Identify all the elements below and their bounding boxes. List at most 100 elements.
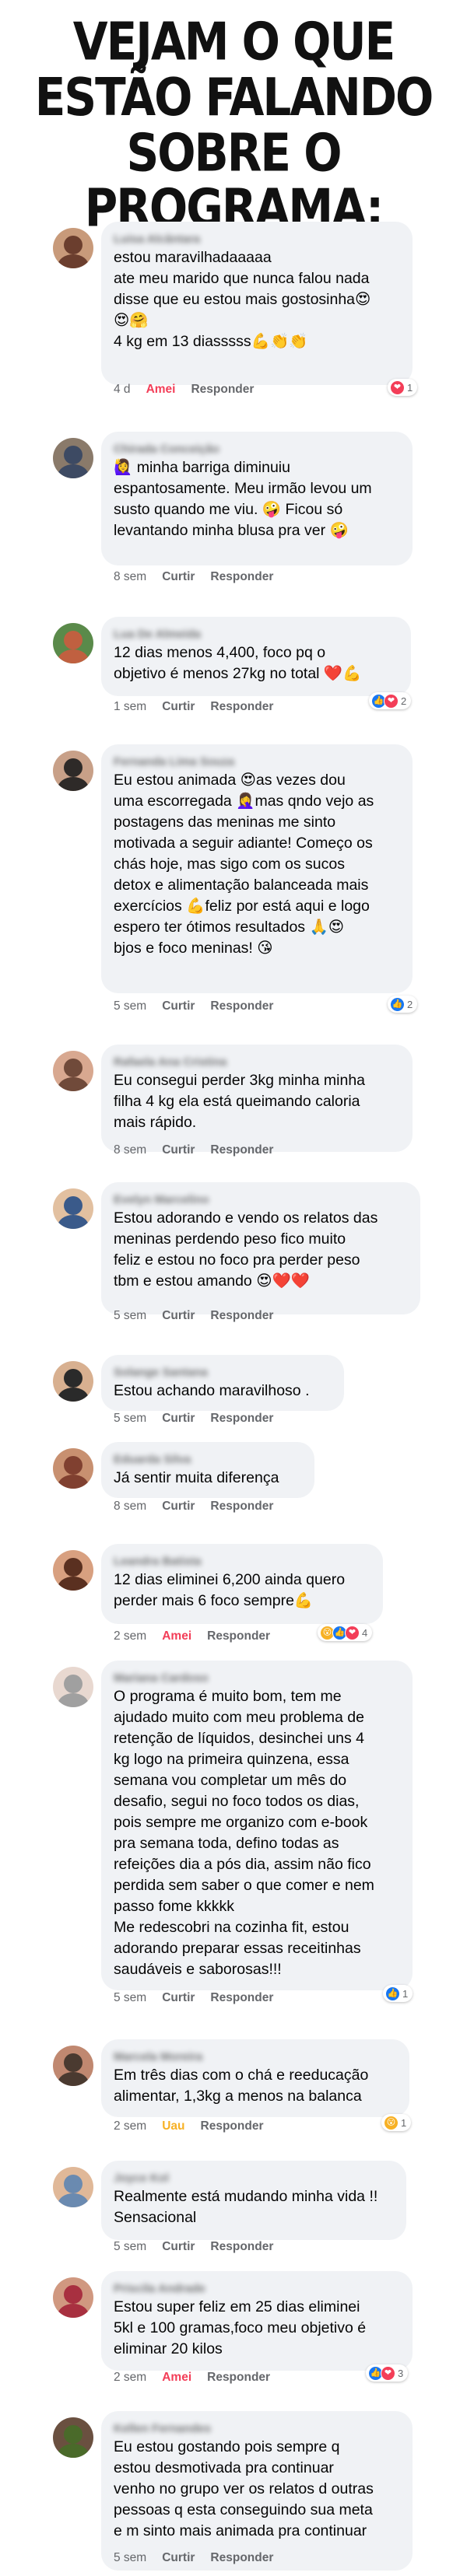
commenter-name[interactable]: Mariana Cardoso xyxy=(114,1671,400,1685)
reply-button[interactable]: Responder xyxy=(201,2119,264,2133)
avatar[interactable] xyxy=(53,1188,93,1229)
avatar[interactable] xyxy=(53,2417,93,2458)
like-button[interactable]: Curtir xyxy=(162,700,195,713)
avatar[interactable] xyxy=(53,1448,93,1489)
comment-time[interactable]: 8 sem xyxy=(114,570,146,583)
reply-button[interactable]: Responder xyxy=(210,700,273,713)
avatar[interactable] xyxy=(53,623,93,663)
reaction-summary[interactable]: 👍 2 xyxy=(388,996,418,1013)
reply-button[interactable]: Responder xyxy=(210,1143,273,1157)
comment-text: Estou adorando e vendo os relatos das me… xyxy=(114,1209,378,1290)
comment-time[interactable]: 4 d xyxy=(114,383,131,396)
reaction-button[interactable]: Amei xyxy=(146,383,176,396)
comment-time[interactable]: 2 sem xyxy=(114,2119,146,2133)
comment-time[interactable]: 5 sem xyxy=(114,1309,146,1322)
commenter-name[interactable]: Chirada Conceição xyxy=(114,443,400,456)
comment-bubble: Marcela Moreira Em três dias com o chá e … xyxy=(101,2039,409,2117)
comment-time[interactable]: 5 sem xyxy=(114,999,146,1013)
reply-button[interactable]: Responder xyxy=(207,2371,270,2384)
commenter-name[interactable]: Fernanda Lima Souza xyxy=(114,755,400,768)
comment-text: Eu estou animada 😍as vezes dou uma escor… xyxy=(114,772,374,957)
comment-time[interactable]: 2 sem xyxy=(114,1629,146,1643)
commenter-name[interactable]: Solange Santana xyxy=(114,1366,332,1379)
avatar[interactable] xyxy=(53,751,93,791)
commenter-name[interactable]: Luisa Alcântara xyxy=(114,233,400,246)
reaction-button[interactable]: Amei xyxy=(162,1629,191,1643)
reply-button[interactable]: Responder xyxy=(210,1309,273,1322)
comment-time[interactable]: 5 sem xyxy=(114,1991,146,2004)
comment-time[interactable]: 1 sem xyxy=(114,700,146,713)
comment-meta: 5 sem Curtir Responder xyxy=(114,999,289,1013)
reaction-summary[interactable]: 😮 1 xyxy=(381,2114,412,2131)
commenter-name[interactable]: Priscila Andrade xyxy=(114,2282,400,2295)
comment-text: O programa é muito bom, tem me ajudado m… xyxy=(114,1688,374,1978)
like-button[interactable]: Curtir xyxy=(162,1309,195,1322)
comment-bubble: Kellen Fernandes Eu estou gostando pois s… xyxy=(101,2411,413,2571)
reaction-summary[interactable]: 👍 ❤ 2 xyxy=(369,692,412,709)
commenter-name[interactable]: Leandra Batista xyxy=(114,1555,370,1568)
comment-meta: 5 sem Curtir Responder xyxy=(114,2240,289,2254)
love-reaction-icon: ❤ xyxy=(390,380,405,395)
comment-time[interactable]: 5 sem xyxy=(114,1412,146,1425)
reaction-summary[interactable]: 👍 1 xyxy=(383,1985,413,2002)
reply-button[interactable]: Responder xyxy=(210,2240,273,2253)
comment-bubble: Fernanda Lima Souza Eu estou animada 😍as … xyxy=(101,744,413,993)
avatar[interactable] xyxy=(53,1550,93,1591)
reply-button[interactable]: Responder xyxy=(210,2551,273,2564)
comment-bubble: Joyce Kol Realmente está mudando minha vi… xyxy=(101,2161,406,2240)
reply-button[interactable]: Responder xyxy=(210,1412,273,1425)
reply-button[interactable]: Responder xyxy=(210,1500,273,1513)
comment-time[interactable]: 5 sem xyxy=(114,2240,146,2253)
avatar[interactable] xyxy=(53,2277,93,2318)
like-button[interactable]: Curtir xyxy=(162,1143,195,1157)
avatar[interactable] xyxy=(53,1667,93,1707)
comment-text: 🙋‍♀️ minha barriga diminuiu espantosamen… xyxy=(114,459,372,539)
comment-bubble: Priscila Andrade Estou super feliz em 25 … xyxy=(101,2271,413,2371)
commenter-name[interactable]: Evelyn Marcelino xyxy=(114,1193,408,1206)
comment-bubble: Evelyn Marcelino Estou adorando e vendo o… xyxy=(101,1182,420,1314)
commenter-name[interactable]: Kellen Fernandes xyxy=(114,2422,400,2435)
like-button[interactable]: Curtir xyxy=(162,2240,195,2253)
love-reaction-icon: ❤ xyxy=(345,1625,360,1640)
comment-meta: 2 sem Uau Responder xyxy=(114,2119,279,2133)
like-button[interactable]: Curtir xyxy=(162,999,195,1013)
commenter-name[interactable]: Eduarda Silva xyxy=(114,1453,302,1466)
like-button[interactable]: Curtir xyxy=(162,2551,195,2564)
comment-meta: 5 sem Curtir Responder xyxy=(114,1309,289,1323)
reaction-summary[interactable]: 😮 👍 ❤ 4 xyxy=(318,1624,373,1641)
avatar[interactable] xyxy=(53,1361,93,1402)
avatar[interactable] xyxy=(53,2167,93,2207)
commenter-name[interactable]: Marcela Moreira xyxy=(114,2050,397,2063)
comment-time[interactable]: 5 sem xyxy=(114,2551,146,2564)
reply-button[interactable]: Responder xyxy=(191,383,254,396)
like-button[interactable]: Curtir xyxy=(162,1991,195,2004)
reaction-summary[interactable]: 👍 ❤ 3 xyxy=(366,2364,409,2382)
avatar[interactable] xyxy=(53,1051,93,1091)
commenter-name[interactable]: Lua De Almeida xyxy=(114,628,399,641)
reply-button[interactable]: Responder xyxy=(210,1991,273,2004)
comment-time[interactable]: 8 sem xyxy=(114,1500,146,1513)
comment-meta: 5 sem Curtir Responder xyxy=(114,1412,289,1426)
avatar[interactable] xyxy=(53,438,93,478)
like-button[interactable]: Curtir xyxy=(162,1500,195,1513)
comment-time[interactable]: 2 sem xyxy=(114,2371,146,2384)
avatar[interactable] xyxy=(53,2046,93,2086)
avatar[interactable] xyxy=(53,228,93,268)
reaction-button[interactable]: Uau xyxy=(162,2119,184,2133)
commenter-name[interactable]: Rafaela Ana Cristina xyxy=(114,1055,400,1069)
comment-time[interactable]: 8 sem xyxy=(114,1143,146,1157)
comment-text: Já sentir muita diferença xyxy=(114,1469,279,1486)
reply-button[interactable]: Responder xyxy=(210,999,273,1013)
like-button[interactable]: Curtir xyxy=(162,570,195,583)
reaction-count: 2 xyxy=(401,695,407,707)
like-button[interactable]: Curtir xyxy=(162,1412,195,1425)
comment-meta: 5 sem Curtir Responder xyxy=(114,2551,289,2565)
reply-button[interactable]: Responder xyxy=(210,570,273,583)
reaction-count: 4 xyxy=(362,1626,368,1639)
reaction-summary[interactable]: ❤ 1 xyxy=(388,379,418,396)
reply-button[interactable]: Responder xyxy=(207,1629,270,1643)
reaction-button[interactable]: Amei xyxy=(162,2371,191,2384)
comment-text: Em três dias com o chá e reeducação alim… xyxy=(114,2067,369,2105)
comment-meta: 8 sem Curtir Responder xyxy=(114,1143,289,1157)
commenter-name[interactable]: Joyce Kol xyxy=(114,2172,394,2185)
